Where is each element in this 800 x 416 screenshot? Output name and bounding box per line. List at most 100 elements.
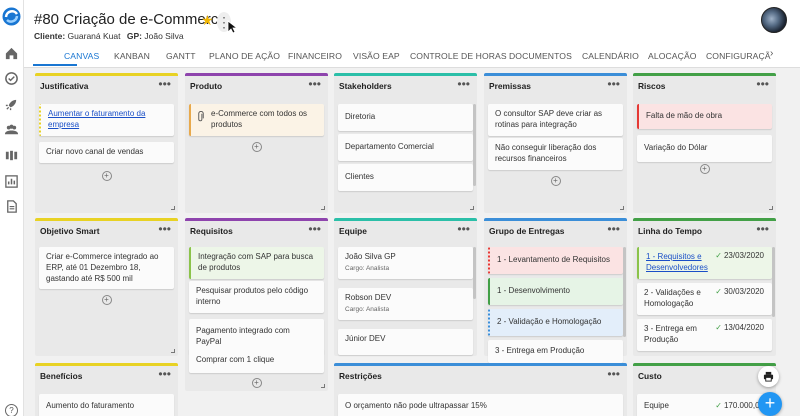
app-logo-icon[interactable]	[1, 6, 22, 27]
add-card-button[interactable]: +	[550, 176, 561, 186]
card[interactable]: 3 - Entrega em Produção	[488, 340, 623, 363]
card[interactable]: e-Commerce com todos os produtos	[189, 104, 324, 136]
column-scrollbar[interactable]	[772, 247, 775, 317]
card[interactable]: Clientes	[338, 164, 473, 191]
column-custo: Custo Equipe ✓ 170.000,00	[633, 363, 776, 416]
cost-value: ✓ 170.000,00	[715, 401, 764, 412]
column-menu-button[interactable]: •••	[607, 222, 620, 236]
column-menu-button[interactable]: •••	[756, 222, 769, 236]
tab-plano-de-acao[interactable]: PLANO DE AÇÃO	[209, 51, 280, 61]
card[interactable]: Não conseguir liberação dos recursos fin…	[488, 138, 623, 170]
tab-kanban[interactable]: KANBAN	[114, 51, 150, 61]
card[interactable]: Variação do Dólar	[637, 135, 772, 162]
cost-label: Equipe	[644, 401, 669, 410]
milestone-text: 3 - Entrega em Produção	[644, 324, 697, 344]
resize-handle[interactable]	[171, 349, 175, 353]
card[interactable]: Pesquisar produtos pelo código interno	[189, 281, 324, 313]
column-menu-button[interactable]: •••	[158, 77, 171, 91]
check-circle-icon[interactable]	[4, 71, 19, 86]
column-menu-button[interactable]: •••	[308, 77, 321, 91]
column-scrollbar[interactable]	[473, 104, 476, 186]
card[interactable]: Equipe ✓ 170.000,00	[637, 394, 772, 416]
card[interactable]: Aumento do faturamento	[39, 394, 174, 416]
card[interactable]: Integração com SAP para busca de produto…	[189, 247, 324, 279]
resize-handle[interactable]	[321, 384, 325, 388]
milestone-link[interactable]: 1 - Requisitos e Desenvolvedores	[646, 252, 708, 272]
tab-documentos[interactable]: DOCUMENTOS	[509, 51, 572, 61]
column-title: Linha do Tempo	[638, 226, 703, 236]
tab-controle-de-horas[interactable]: CONTROLE DE HORAS	[410, 51, 507, 61]
client-value: Guaraná Kuat	[67, 31, 121, 41]
add-card-button[interactable]: +	[251, 378, 262, 388]
check-icon: ✓	[715, 287, 722, 296]
card[interactable]: João Silva GP Cargo: Analista	[338, 247, 473, 279]
card[interactable]: Diretoria	[338, 104, 473, 131]
card[interactable]: 1 - Levantamento de Requisitos	[488, 247, 623, 274]
tab-financeiro[interactable]: FINANCEIRO	[288, 51, 342, 61]
card[interactable]: O consultor SAP deve criar as rotinas pa…	[488, 104, 623, 136]
column-stakeholders: Stakeholders ••• Diretoria Departamento …	[334, 73, 477, 213]
column-title: Grupo de Entregas	[489, 226, 565, 236]
column-title: Requisitos	[190, 226, 233, 236]
card[interactable]: 2 - Validação e Homologação	[488, 309, 623, 336]
chart-icon[interactable]	[4, 174, 19, 189]
card-text: e-Commerce com todos os produtos	[211, 109, 308, 129]
card[interactable]: Júnior DEV	[338, 329, 473, 355]
tab-calendario[interactable]: CALENDÁRIO	[582, 51, 639, 61]
column-menu-button[interactable]: •••	[607, 367, 620, 381]
tab-canvas[interactable]: CANVAS	[64, 51, 99, 61]
card[interactable]: Robson DEV Cargo: Analista	[338, 288, 473, 320]
column-scrollbar[interactable]	[623, 247, 626, 337]
column-menu-button[interactable]: •••	[308, 222, 321, 236]
gp-value: João Silva	[144, 31, 184, 41]
column-menu-button[interactable]: •••	[158, 367, 171, 381]
tab-visao-eap[interactable]: VISÃO EAP	[353, 51, 400, 61]
column-title: Objetivo Smart	[40, 226, 100, 236]
card[interactable]: Comprar com 1 clique	[189, 348, 324, 373]
help-icon[interactable]: ?	[5, 404, 18, 416]
card[interactable]: Criar e-Commerce integrado ao ERP, até 0…	[39, 247, 174, 290]
avatar[interactable]	[761, 7, 787, 33]
column-menu-button[interactable]: •••	[457, 222, 470, 236]
column-menu-button[interactable]: •••	[158, 222, 171, 236]
card[interactable]: 3 - Entrega em Produção ✓ 13/04/2020	[637, 319, 772, 351]
rocket-icon[interactable]	[4, 97, 19, 112]
column-menu-button[interactable]: •••	[607, 77, 620, 91]
card[interactable]: 2 - Validações e Homologação ✓ 30/03/2020	[637, 283, 772, 315]
check-icon: ✓	[715, 323, 722, 332]
member-role: Cargo: Analista	[345, 264, 390, 272]
tab-alocacao[interactable]: ALOCAÇÃO	[648, 51, 697, 61]
tabs-scroll-right-icon[interactable]: ›	[770, 48, 773, 59]
tab-configuracao[interactable]: CONFIGURAÇÃ	[706, 51, 771, 61]
add-icon[interactable]: +	[758, 392, 782, 416]
resize-handle[interactable]	[620, 206, 624, 210]
resize-handle[interactable]	[171, 206, 175, 210]
home-icon[interactable]	[4, 46, 19, 61]
column-menu-button[interactable]: •••	[756, 77, 769, 91]
tab-gantt[interactable]: GANTT	[166, 51, 196, 61]
star-icon[interactable]: ★	[201, 12, 214, 29]
resize-handle[interactable]	[321, 206, 325, 210]
card[interactable]: Falta de mão de obra	[637, 104, 772, 129]
add-card-button[interactable]: +	[101, 171, 112, 181]
check-icon: ✓	[715, 251, 722, 260]
resize-handle[interactable]	[769, 206, 773, 210]
add-card-button[interactable]: +	[699, 164, 710, 174]
column-title: Equipe	[339, 226, 367, 236]
card[interactable]: Departamento Comercial	[338, 134, 473, 161]
column-title: Stakeholders	[339, 81, 392, 91]
people-icon[interactable]	[4, 122, 19, 137]
column-scrollbar[interactable]	[473, 247, 476, 299]
resize-handle[interactable]	[470, 206, 474, 210]
print-button[interactable]	[758, 366, 779, 387]
document-icon[interactable]	[4, 199, 19, 214]
card[interactable]: Criar novo canal de vendas	[39, 142, 174, 163]
timeline-icon[interactable]	[4, 148, 19, 163]
add-card-button[interactable]: +	[251, 142, 262, 152]
card[interactable]: Aumentar o faturamento da empresa	[39, 104, 174, 136]
column-menu-button[interactable]: •••	[457, 77, 470, 91]
card[interactable]: 1 - Requisitos e Desenvolvedores ✓ 23/03/…	[637, 247, 772, 279]
add-card-button[interactable]: +	[101, 295, 112, 305]
card[interactable]: 1 - Desenvolvimento	[488, 278, 623, 305]
card[interactable]: O orçamento não pode ultrapassar 15%	[338, 394, 623, 416]
